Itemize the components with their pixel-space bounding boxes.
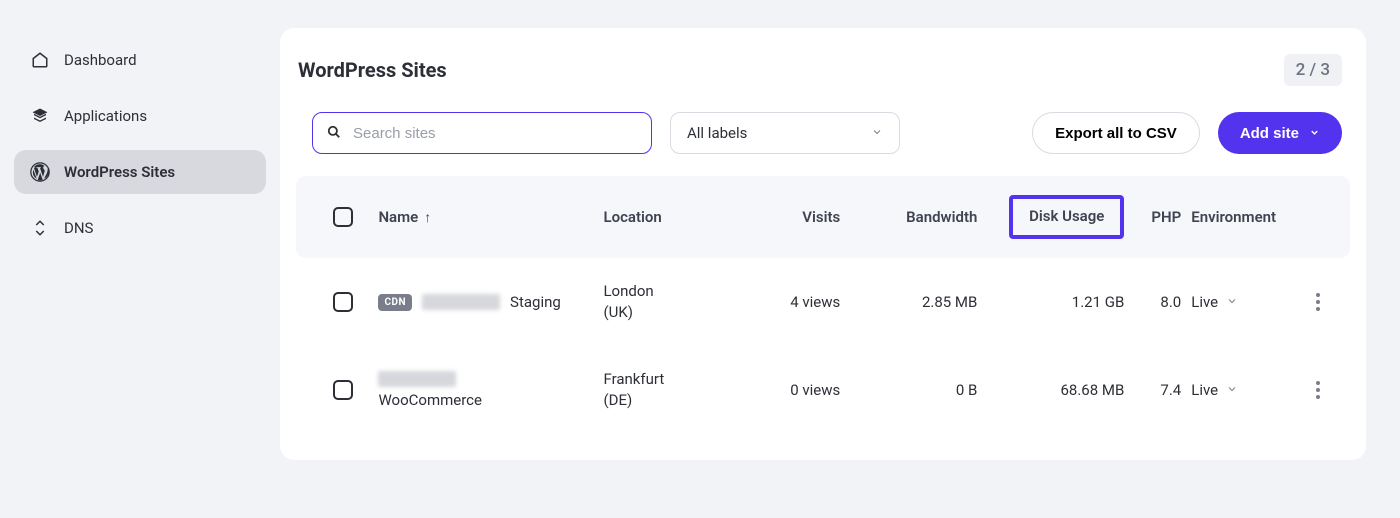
table-header: Name ↑ Location Visits Bandwidth Disk Us… — [296, 176, 1350, 258]
home-icon — [30, 50, 50, 70]
environment-value: Live — [1191, 293, 1218, 311]
sidebar-item-wordpress-sites[interactable]: WordPress Sites — [14, 150, 266, 194]
chevron-down-icon — [1226, 381, 1238, 399]
site-name-suffix: Staging — [510, 293, 561, 311]
chevron-down-icon — [1309, 125, 1320, 142]
environment-value: Live — [1191, 381, 1218, 399]
bandwidth-cell: 0 B — [848, 381, 985, 399]
location-country: (DE) — [603, 390, 740, 411]
environment-select[interactable]: Live — [1191, 293, 1299, 311]
row-actions-menu[interactable] — [1299, 381, 1338, 399]
export-csv-button[interactable]: Export all to CSV — [1032, 112, 1200, 154]
dns-icon — [30, 218, 50, 238]
php-cell: 7.4 — [1132, 381, 1181, 399]
layers-icon — [30, 106, 50, 126]
location-cell: London (UK) — [603, 281, 740, 323]
sidebar-item-label: Dashboard — [64, 51, 137, 69]
sidebar-item-dns[interactable]: DNS — [14, 206, 266, 250]
main-content: WordPress Sites 2 / 3 All labels — [280, 0, 1400, 518]
site-count-badge: 2 / 3 — [1284, 54, 1342, 86]
sidebar-item-label: WordPress Sites — [64, 163, 175, 181]
table-row: CDN Staging London (UK) 4 views 2.85 MB … — [296, 258, 1350, 346]
sort-ascending-icon: ↑ — [424, 209, 431, 226]
bandwidth-cell: 2.85 MB — [848, 293, 985, 311]
column-location[interactable]: Location — [603, 208, 740, 226]
column-name-label: Name — [378, 208, 418, 226]
redacted-name — [378, 371, 456, 387]
sites-table: Name ↑ Location Visits Bandwidth Disk Us… — [296, 176, 1350, 434]
search-input[interactable] — [353, 125, 637, 142]
row-actions-menu[interactable] — [1299, 293, 1338, 311]
wordpress-icon — [30, 162, 50, 182]
app-layout: Dashboard Applications WordPress Sites D… — [0, 0, 1400, 518]
location-city: London — [603, 281, 740, 302]
add-site-label: Add site — [1240, 125, 1299, 142]
visits-cell: 4 views — [740, 293, 848, 311]
page-title: WordPress Sites — [298, 58, 447, 82]
search-input-wrap[interactable] — [312, 112, 652, 154]
column-visits[interactable]: Visits — [740, 208, 848, 226]
page-header: WordPress Sites 2 / 3 — [296, 54, 1350, 86]
environment-select[interactable]: Live — [1191, 381, 1299, 399]
column-environment[interactable]: Environment — [1181, 208, 1299, 226]
visits-cell: 0 views — [740, 381, 848, 399]
php-cell: 8.0 — [1132, 293, 1181, 311]
row-checkbox[interactable] — [333, 380, 353, 400]
labels-select-value: All labels — [687, 124, 747, 142]
disk-cell: 1.21 GB — [985, 293, 1132, 311]
column-bandwidth[interactable]: Bandwidth — [848, 208, 985, 226]
sidebar-item-dashboard[interactable]: Dashboard — [14, 38, 266, 82]
chevron-down-icon — [871, 124, 883, 142]
column-name[interactable]: Name ↑ — [378, 208, 603, 226]
site-name-suffix: WooCommerce — [378, 391, 482, 409]
row-checkbox[interactable] — [333, 292, 353, 312]
labels-select[interactable]: All labels — [670, 112, 900, 154]
site-name-cell[interactable]: WooCommerce — [378, 371, 603, 409]
add-site-button[interactable]: Add site — [1218, 112, 1342, 154]
table-row: WooCommerce Frankfurt (DE) 0 views 0 B 6… — [296, 346, 1350, 434]
sidebar-item-label: Applications — [64, 107, 147, 125]
select-all-checkbox[interactable] — [333, 207, 353, 227]
disk-cell: 68.68 MB — [985, 381, 1132, 399]
controls-row: All labels Export all to CSV Add site — [296, 112, 1350, 154]
location-city: Frankfurt — [603, 369, 740, 390]
redacted-name — [422, 294, 500, 310]
sidebar-item-applications[interactable]: Applications — [14, 94, 266, 138]
content-card: WordPress Sites 2 / 3 All labels — [280, 28, 1366, 460]
search-icon — [327, 124, 341, 143]
location-country: (UK) — [603, 302, 740, 323]
sidebar: Dashboard Applications WordPress Sites D… — [0, 0, 280, 518]
column-php[interactable]: PHP — [1132, 208, 1181, 226]
sidebar-item-label: DNS — [64, 219, 93, 237]
location-cell: Frankfurt (DE) — [603, 369, 740, 411]
column-disk-usage[interactable]: Disk Usage — [985, 195, 1132, 239]
cdn-badge: CDN — [378, 294, 412, 311]
column-disk-usage-label: Disk Usage — [1009, 195, 1124, 239]
site-name-cell[interactable]: CDN Staging — [378, 293, 603, 311]
chevron-down-icon — [1226, 293, 1238, 311]
